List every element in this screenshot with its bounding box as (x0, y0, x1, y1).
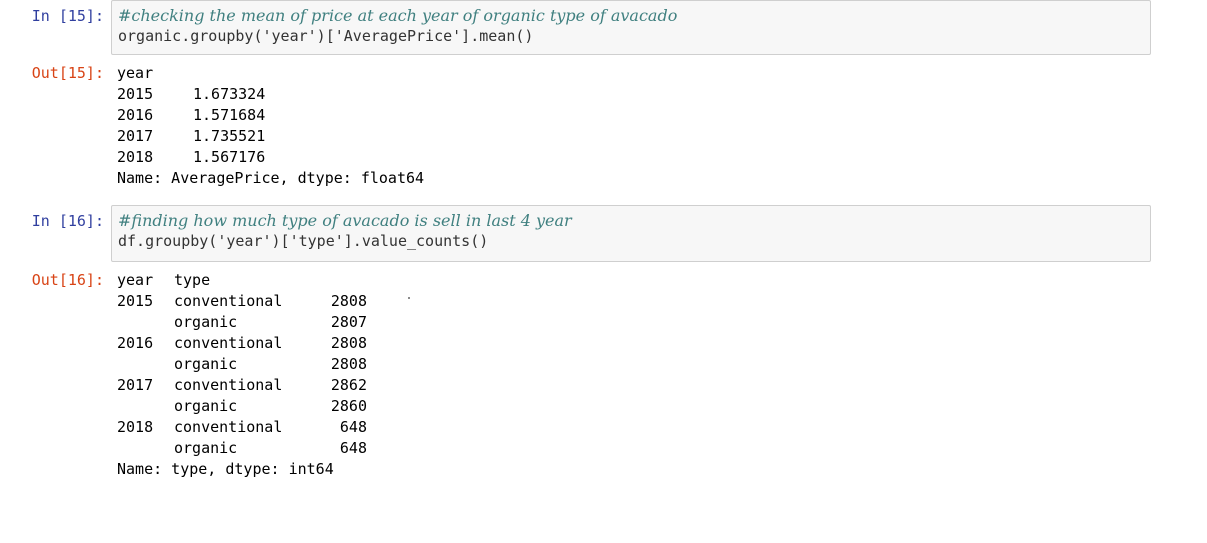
output-row: 2018 conventional 648 (117, 417, 367, 438)
output-row: organic 2860 (117, 396, 367, 417)
input-prompt-15: In [15]: (31, 7, 104, 25)
type-cell: conventional (174, 418, 283, 436)
code-input-15[interactable]: #checking the mean of price at each year… (111, 0, 1151, 55)
output-prompt-15: Out[15]: (31, 64, 104, 82)
value-cell: 1.571684 (193, 106, 266, 124)
year-cell: 2017 (117, 127, 154, 145)
value-cell: 1.673324 (193, 85, 266, 103)
code-input-16[interactable]: #finding how much type of avacado is sel… (111, 205, 1151, 262)
type-cell: organic (174, 313, 238, 331)
header-year: year (117, 271, 154, 289)
output-area-15: year 2015 1.673324 2016 1.571684 2017 1.… (117, 63, 424, 189)
code-comment-line: #finding how much type of avacado is sel… (118, 211, 572, 230)
stray-pixel-dot (408, 297, 410, 299)
year-cell: 2018 (117, 148, 154, 166)
output-header: year (117, 64, 154, 82)
output-row: organic 648 (117, 438, 367, 459)
output-row: 2017 1.735521 (117, 126, 424, 147)
type-cell: organic (174, 439, 238, 457)
code-line: df.groupby('year')['type'].value_counts(… (118, 232, 489, 250)
year-cell: 2017 (117, 376, 154, 394)
output-prompt-16: Out[16]: (31, 271, 104, 289)
count-cell: 648 (339, 418, 367, 436)
count-cell: 648 (339, 439, 367, 457)
output-row: 2016 conventional 2808 (117, 333, 367, 354)
count-cell: 2807 (330, 313, 367, 331)
output-row: 2015 1.673324 (117, 84, 424, 105)
output-footer: Name: type, dtype: int64 (117, 460, 334, 478)
year-cell: 2015 (117, 292, 154, 310)
output-area-16: year type 2015 conventional 2808 organic… (117, 270, 367, 480)
output-row: 2015 conventional 2808 (117, 291, 367, 312)
output-row: 2017 conventional 2862 (117, 375, 367, 396)
year-cell: 2016 (117, 106, 154, 124)
year-cell: 2018 (117, 418, 154, 436)
type-cell: conventional (174, 334, 283, 352)
type-cell: organic (174, 355, 238, 373)
code-comment-line: #checking the mean of price at each year… (118, 6, 678, 25)
header-type: type (174, 271, 211, 289)
count-cell: 2808 (330, 355, 367, 373)
type-cell: conventional (174, 292, 283, 310)
output-header: year type (117, 270, 334, 291)
type-cell: organic (174, 397, 238, 415)
output-row: organic 2807 (117, 312, 367, 333)
count-cell: 2808 (330, 334, 367, 352)
year-cell: 2016 (117, 334, 154, 352)
year-cell: 2015 (117, 85, 154, 103)
type-cell: conventional (174, 376, 283, 394)
count-cell: 2860 (330, 397, 367, 415)
output-row: 2018 1.567176 (117, 147, 424, 168)
code-line: organic.groupby('year')['AveragePrice'].… (118, 27, 534, 45)
value-cell: 1.735521 (193, 127, 266, 145)
output-row: 2016 1.571684 (117, 105, 424, 126)
value-cell: 1.567176 (193, 148, 266, 166)
count-cell: 2808 (330, 292, 367, 310)
count-cell: 2862 (330, 376, 367, 394)
output-row: organic 2808 (117, 354, 367, 375)
output-footer: Name: AveragePrice, dtype: float64 (117, 169, 425, 187)
input-prompt-16: In [16]: (31, 212, 104, 230)
